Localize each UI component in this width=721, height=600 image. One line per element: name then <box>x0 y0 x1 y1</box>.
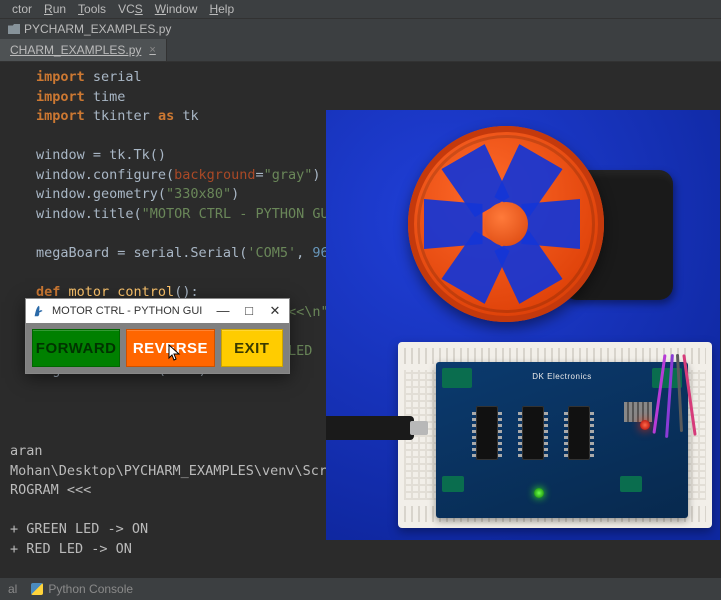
breadcrumb-file[interactable]: PYCHARM_EXAMPLES.py <box>24 22 171 36</box>
breadcrumb: PYCHARM_EXAMPLES.py <box>0 18 721 39</box>
menu-vcs[interactable]: VCS <box>114 2 147 16</box>
wheel <box>408 126 604 322</box>
jumper-wires <box>652 354 712 444</box>
gui-window[interactable]: MOTOR CTRL - PYTHON GUI — □ ✕ FORWARD RE… <box>25 298 290 374</box>
motor-wheel <box>408 126 663 341</box>
ic-chip <box>522 406 544 460</box>
tk-icon <box>32 304 46 318</box>
close-button[interactable]: ✕ <box>267 303 283 319</box>
motor-shield-pcb: DK Electronics <box>436 362 688 518</box>
minimize-button[interactable]: — <box>215 303 231 319</box>
python-icon <box>31 583 43 595</box>
green-led <box>534 488 544 498</box>
maximize-button[interactable]: □ <box>241 303 257 319</box>
component <box>624 402 652 422</box>
gui-title: MOTOR CTRL - PYTHON GUI <box>52 305 202 317</box>
terminal-block <box>620 476 642 492</box>
gui-titlebar[interactable]: MOTOR CTRL - PYTHON GUI — □ ✕ <box>26 299 289 323</box>
run-output[interactable]: aran Mohan\Desktop\PYCHARM_EXAMPLES\venv… <box>0 440 326 561</box>
tab-label: CHARM_EXAMPLES.py <box>10 43 141 57</box>
output-path: aran Mohan\Desktop\PYCHARM_EXAMPLES\venv… <box>10 442 316 481</box>
terminal-block <box>442 476 464 492</box>
hardware-photo: DK Electronics <box>326 110 720 540</box>
editor-tabs: CHARM_EXAMPLES.py × <box>0 39 721 62</box>
exit-button[interactable]: EXIT <box>221 329 283 367</box>
output-line-1: + GREEN LED -> ON <box>10 520 316 540</box>
close-icon[interactable]: × <box>149 44 155 56</box>
output-line-2: + RED LED -> ON <box>10 540 316 560</box>
menu-window[interactable]: Window <box>151 2 202 16</box>
menu-tools[interactable]: Tools <box>74 2 110 16</box>
ic-chip <box>476 406 498 460</box>
red-led <box>640 420 650 430</box>
terminal-tab[interactable]: al <box>8 582 17 596</box>
menu-ctor[interactable]: ctor <box>8 2 36 16</box>
bottom-toolbar: al Python Console <box>0 578 721 600</box>
ic-chip <box>568 406 590 460</box>
folder-icon <box>8 24 20 34</box>
usb-cable <box>326 416 414 440</box>
pcb-label: DK Electronics <box>532 372 591 381</box>
menu-help[interactable]: Help <box>205 2 238 16</box>
tab-file[interactable]: CHARM_EXAMPLES.py × <box>0 39 167 61</box>
menubar: ctor Run Tools VCS Window Help <box>0 0 721 18</box>
output-program: ROGRAM <<< <box>10 481 316 501</box>
gui-body: FORWARD REVERSE EXIT <box>26 323 289 373</box>
terminal-block <box>442 368 472 388</box>
menu-run[interactable]: Run <box>40 2 70 16</box>
reverse-button[interactable]: REVERSE <box>126 329 214 367</box>
python-console-tab[interactable]: Python Console <box>31 582 133 596</box>
forward-button[interactable]: FORWARD <box>32 329 120 367</box>
